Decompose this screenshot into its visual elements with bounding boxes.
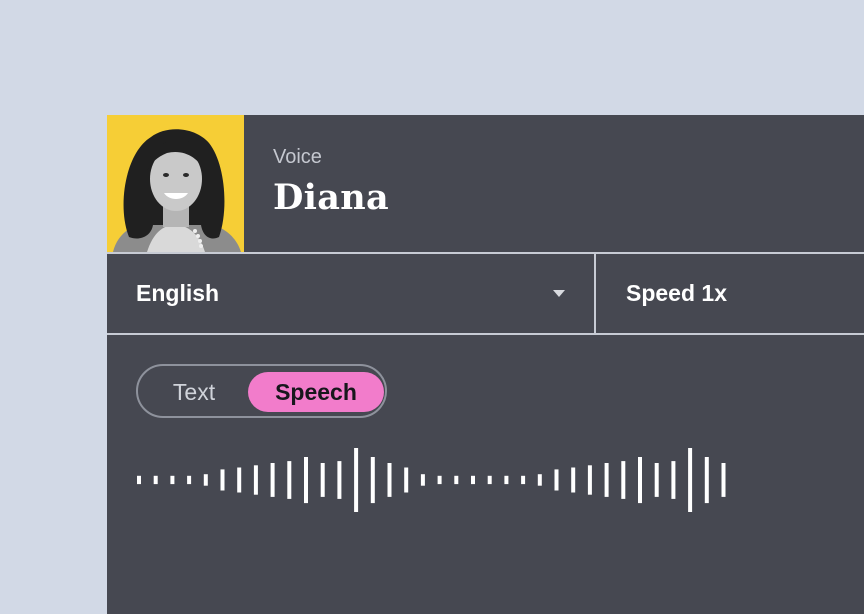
speed-label: Speed 1x (626, 280, 727, 306)
waveform-bar (370, 457, 375, 504)
waveform-bar (287, 461, 292, 499)
voice-header: Voice Diana (107, 115, 864, 254)
waveform-bar (304, 457, 308, 504)
waveform-bar (270, 463, 275, 497)
waveform-bar (420, 474, 425, 486)
waveform-bar (638, 457, 642, 504)
waveform-bar (654, 463, 659, 497)
voice-name: Diana (273, 177, 389, 218)
waveform-bar (203, 474, 208, 486)
waveform-bar (587, 465, 592, 495)
mode-toggle: Text Speech (136, 364, 387, 418)
toggle-option-text[interactable]: Text (154, 373, 234, 411)
language-dropdown[interactable]: English (107, 254, 596, 333)
waveform-bar (571, 467, 576, 493)
waveform-bar (187, 475, 192, 485)
toggle-option-speech[interactable]: Speech (248, 372, 384, 412)
waveform-bar (554, 469, 559, 491)
waveform-bar (704, 457, 709, 504)
caret-down-icon (553, 290, 565, 297)
waveform-bar (170, 475, 175, 485)
waveform-bar (153, 475, 158, 485)
voice-controls: English Speed 1x (107, 254, 864, 335)
waveform-bar (688, 448, 693, 512)
waveform-bar (337, 461, 342, 499)
waveform-bar (604, 463, 609, 497)
waveform-bar (404, 467, 409, 493)
language-selected: English (136, 280, 220, 306)
waveform-bar (387, 463, 392, 497)
waveform-bar (537, 474, 542, 486)
waveform-bar (437, 475, 442, 485)
waveform-bar (354, 448, 359, 512)
waveform-bar (137, 475, 141, 485)
page-background: Voice Diana English Speed 1x Text Speech (0, 0, 864, 614)
voice-label: Voice (273, 146, 322, 168)
voice-card: Voice Diana English Speed 1x Text Speech (107, 115, 864, 614)
waveform-bar (220, 469, 225, 491)
waveform-bar (253, 465, 258, 495)
audio-waveform (137, 448, 726, 512)
waveform-bar (721, 463, 726, 497)
avatar[interactable] (107, 115, 244, 252)
waveform-bar (521, 475, 526, 485)
waveform-bar (671, 461, 676, 499)
waveform-bar (504, 475, 509, 485)
waveform-bar (621, 461, 626, 499)
avatar-portrait (107, 115, 244, 252)
waveform-bar (471, 475, 475, 485)
waveform-bar (487, 475, 492, 485)
waveform-bar (320, 463, 325, 497)
waveform-bar (454, 475, 459, 485)
speed-selector[interactable]: Speed 1x (596, 254, 864, 333)
waveform-bar (237, 467, 242, 493)
